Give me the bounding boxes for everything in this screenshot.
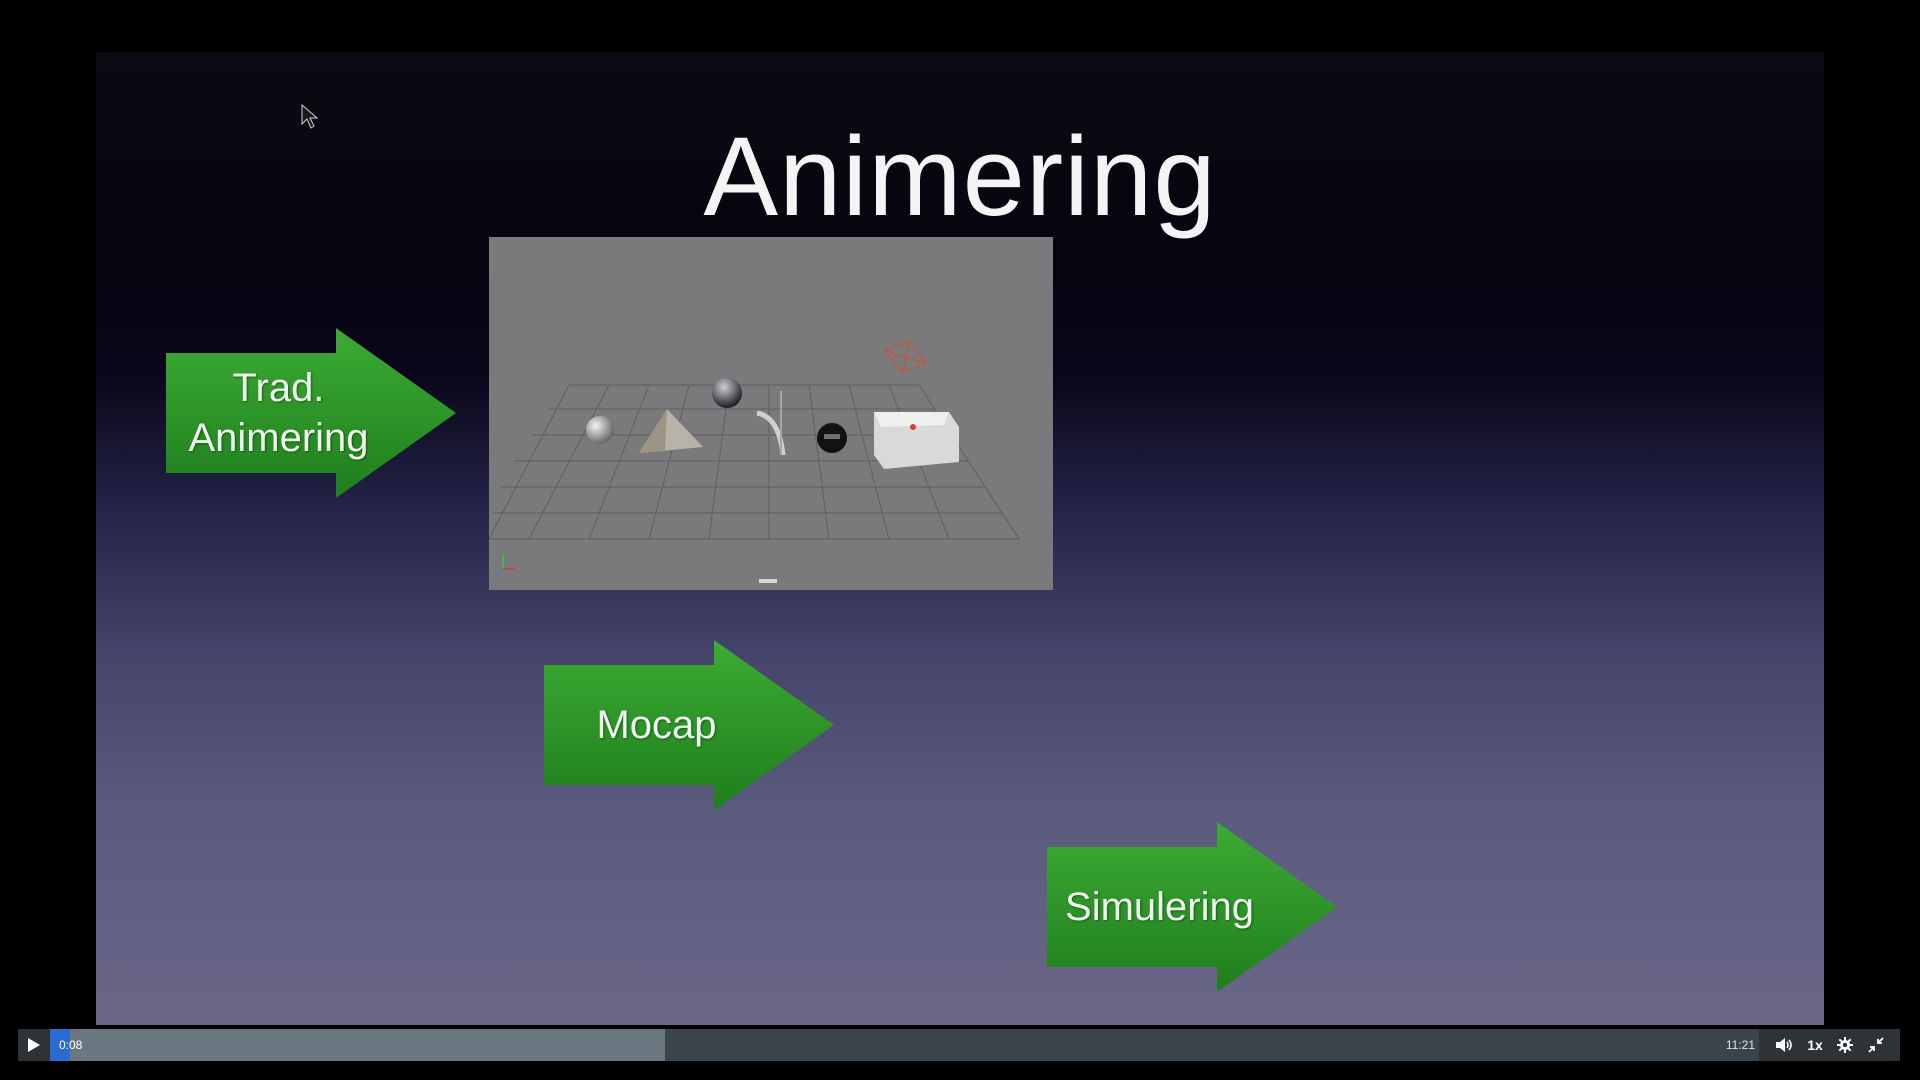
exit-fullscreen-icon	[1868, 1037, 1884, 1053]
play-icon	[28, 1038, 40, 1052]
settings-button[interactable]	[1830, 1029, 1860, 1061]
trad-animering-arrow: Trad. Animering	[166, 328, 456, 498]
simulering-arrow: Simulering	[1047, 822, 1337, 992]
volume-icon	[1776, 1038, 1792, 1052]
mocap-arrow: Mocap	[544, 640, 834, 810]
seek-bar[interactable]: 0:08 11:21	[50, 1029, 1759, 1061]
video-frame[interactable]: Animering Trad. Animering Mocap Simuleri…	[96, 52, 1824, 1025]
buffered-bar	[50, 1029, 665, 1061]
arrow-label-line2: Animering	[188, 416, 369, 460]
arrow-label: Mocap	[596, 703, 717, 747]
gear-icon	[1837, 1037, 1853, 1053]
player-controls: 0:08 11:21 1x	[18, 1029, 1900, 1061]
exit-fullscreen-button[interactable]	[1861, 1029, 1891, 1061]
arrow-label-line1: Trad.	[232, 366, 325, 410]
video-player[interactable]: Animering Trad. Animering Mocap Simuleri…	[0, 0, 1920, 1080]
arrow-label: Trad. Animering	[166, 328, 391, 498]
duration: 11:21	[1725, 1038, 1755, 1052]
play-button[interactable]	[18, 1029, 50, 1061]
mouse-pointer-icon	[301, 103, 319, 135]
slide-title: Animering	[703, 114, 1217, 239]
3d-scene-image	[489, 237, 1053, 590]
volume-button[interactable]	[1769, 1029, 1799, 1061]
current-time: 0:08	[59, 1038, 83, 1052]
playback-speed-button[interactable]: 1x	[1800, 1029, 1830, 1061]
arrow-label: Simulering	[1065, 885, 1254, 929]
